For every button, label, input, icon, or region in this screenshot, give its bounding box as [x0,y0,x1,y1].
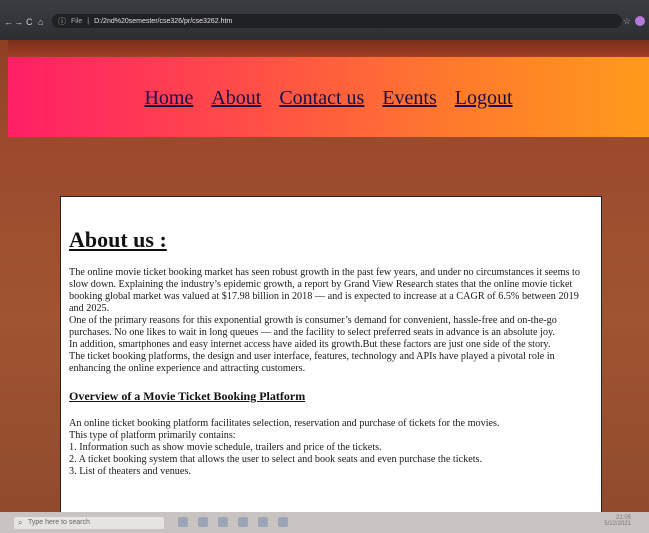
main-nav: Home About Contact us Events Logout [8,87,649,110]
about-paragraph-4: The ticket booking platforms, the design… [69,351,555,374]
nav-home-link[interactable]: Home [144,87,193,110]
overview-contains: This type of platform primarily contains… [69,430,236,441]
nav-contact-link[interactable]: Contact us [279,87,364,110]
nav-about-link[interactable]: About [211,87,261,110]
search-icon: ⌕ [18,518,23,527]
nav-events-link[interactable]: Events [382,87,436,110]
profile-avatar[interactable] [635,16,645,26]
task-view-icon[interactable] [178,517,188,527]
home-button[interactable]: ⌂ [38,17,43,27]
browser-toolbar: ← → C ⌂ ⓘ File | D:/2nd%20semester/cse32… [0,0,649,40]
taskbar-search-input[interactable]: ⌕ Type here to search [14,517,164,529]
nav-logout-link[interactable]: Logout [455,87,513,110]
taskbar-apps [178,517,288,527]
back-button[interactable]: ← [4,17,13,27]
about-paragraph-3: In addition, smartphones and easy intern… [69,339,551,350]
clock-date: 5/12/2021 [604,521,631,527]
url-separator: | [87,17,90,25]
overview-item-2: 2. A ticket booking system that allows t… [69,454,483,465]
store-icon[interactable] [238,517,248,527]
site-header: Home About Contact us Events Logout [8,57,649,137]
bookmark-star-icon[interactable]: ☆ [623,16,631,27]
file-explorer-icon[interactable] [218,517,228,527]
browser-icon[interactable] [198,517,208,527]
address-bar[interactable]: ⓘ File | D:/2nd%20semester/cse326/pr/cse… [52,14,622,28]
overview-item-1: 1. Information such as show movie schedu… [69,442,382,453]
about-title: About us : [69,227,167,252]
overview-intro: An online ticket booking platform facili… [69,418,500,429]
url-scheme: File [71,17,83,25]
overview-item-3: 3. List of theaters and venues. [69,466,191,477]
info-icon[interactable]: ⓘ [58,16,66,27]
url-text[interactable]: D:/2nd%20semester/cse326/pr/cse3262.htm [94,18,232,25]
app-icon[interactable] [278,517,288,527]
reload-button[interactable]: C [26,17,33,27]
forward-button[interactable]: → [14,17,23,27]
about-paragraph-1: The online movie ticket booking market h… [69,267,580,314]
taskbar-search-placeholder: Type here to search [28,519,90,526]
os-taskbar: ⌕ Type here to search 21:05 5/12/2021 [0,512,649,533]
header-shadow [8,40,649,57]
about-paragraph-2: One of the primary reasons for this expo… [69,315,557,338]
mail-icon[interactable] [258,517,268,527]
overview-title: Overview of a Movie Ticket Booking Platf… [69,389,306,403]
about-card: About us : The online movie ticket booki… [60,196,602,526]
taskbar-clock[interactable]: 21:05 5/12/2021 [604,515,631,527]
